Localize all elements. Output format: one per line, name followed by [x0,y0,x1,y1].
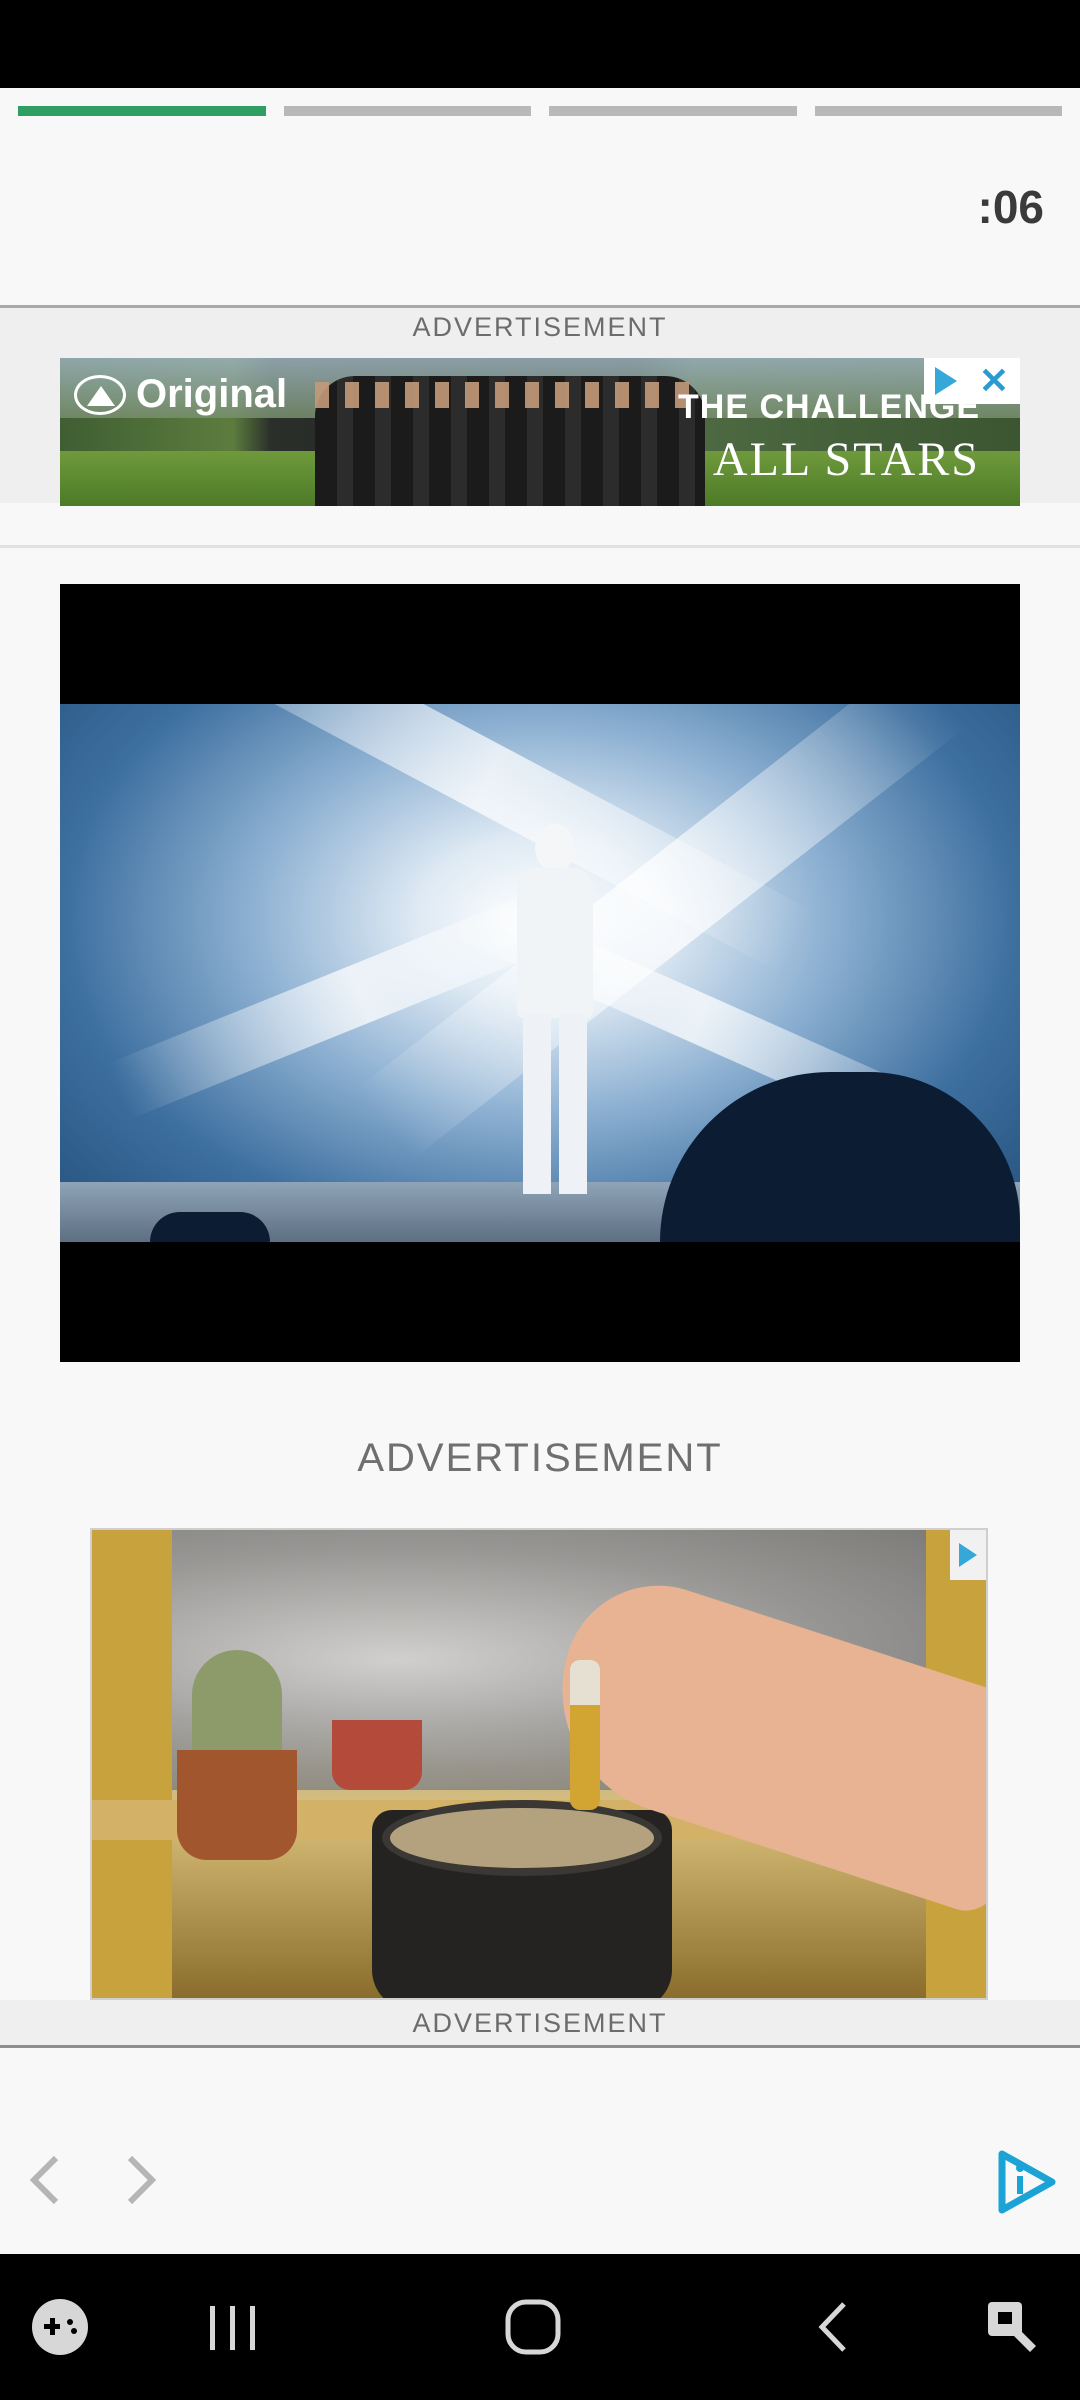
progress-segment[interactable] [18,106,266,116]
banner-brand: Original [74,372,287,417]
advertisement-label: ADVERTISEMENT [412,312,668,342]
back-icon[interactable] [800,2292,876,2362]
progress-segment[interactable] [814,106,1062,116]
window-frame [92,1530,172,1998]
banner-show-subtitle: ALL STARS [712,433,980,486]
top-banner-ad[interactable]: Original THE CHALLENGE ALL STARS ✕ [60,358,1020,506]
chevron-left-icon[interactable] [18,2150,78,2210]
plant-pot [177,1750,297,1860]
performer-legs [523,1014,587,1194]
performer-body [517,868,593,1018]
system-navigation-bar [0,2254,1080,2400]
countdown-timer: :06 [977,181,1044,233]
audience-silhouette [660,1072,1020,1242]
status-bar [0,0,1080,88]
recent-apps-icon[interactable] [196,2292,272,2362]
video-frame [60,704,1020,1242]
performer-head [535,824,575,872]
accessibility-icon[interactable] [980,2292,1056,2362]
chevron-right-icon[interactable] [108,2150,168,2210]
top-ad-band: ADVERTISEMENT Original THE CHALLENGE ALL… [0,305,1080,506]
audience-silhouette [150,1212,270,1242]
story-page: :06 ADVERTISEMENT Original THE CHALLENGE… [0,0,1080,2400]
adchoices-icon[interactable] [950,1530,986,1580]
cactus [192,1650,282,1760]
advertisement-label: ADVERTISEMENT [357,1436,723,1480]
advertisement-label: ADVERTISEMENT [412,2008,668,2038]
play-icon[interactable] [988,2146,1060,2218]
plant-pot [332,1720,422,1790]
video-player[interactable] [60,584,1020,1362]
bottom-ad-band: ADVERTISEMENT [0,2000,1080,2048]
divider [0,545,1080,548]
close-icon[interactable]: ✕ [979,363,1009,399]
adchoices-triangle [959,1543,977,1567]
adchoices-controls: ✕ [924,358,1020,404]
performer [495,824,615,1204]
home-icon[interactable] [496,2292,572,2362]
dropper [570,1660,600,1810]
banner-brand-text: Original [136,372,288,416]
paramount-logo-icon [74,374,126,415]
story-navigation [0,2120,1080,2240]
progress-segment[interactable] [549,106,797,116]
banner-cast-photo [315,376,705,506]
adchoices-icon[interactable] [934,367,957,395]
progress-segment[interactable] [283,106,531,116]
mug [372,1800,672,1998]
product-image-ad[interactable] [90,1528,988,2000]
story-progress [18,106,1062,116]
progress-fill [18,106,266,116]
game-launcher-icon[interactable] [24,2292,100,2362]
